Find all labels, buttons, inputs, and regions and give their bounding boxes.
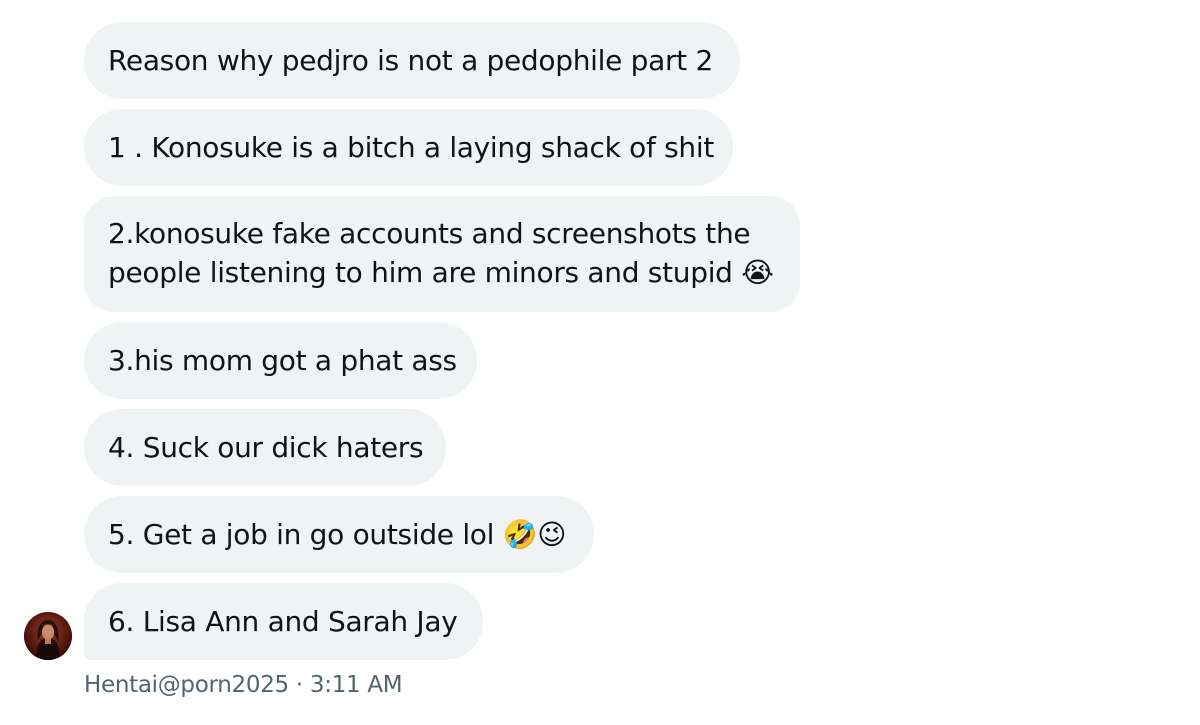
meta-separator: · (288, 672, 310, 698)
message-bubble[interactable]: 1 . Konosuke is a bitch a laying shack o… (84, 109, 733, 186)
sender-handle[interactable]: Hentai@porn2025 (84, 672, 289, 698)
message-text: 2.konosuke fake accounts and screenshots… (108, 214, 774, 292)
message-text-line: 2.konosuke fake accounts and screenshots… (108, 217, 751, 250)
message-text: 1 . Konosuke is a bitch a laying shack o… (108, 131, 715, 164)
message-bubble[interactable]: 2.konosuke fake accounts and screenshots… (84, 196, 800, 312)
message-text: 6. Lisa Ann and Sarah Jay (108, 605, 458, 638)
message-text: 3.his mom got a phat ass (108, 344, 457, 377)
message-bubble[interactable]: Reason why pedjro is not a pedophile par… (84, 22, 740, 99)
message-bubble[interactable]: 3.his mom got a phat ass (84, 322, 477, 399)
message-text: 5. Get a job in go outside lol 🤣😉 (108, 518, 567, 551)
user-avatar-photo-icon (24, 612, 72, 660)
message-meta: Hentai@porn2025 · 3:11 AM (84, 670, 403, 700)
avatar[interactable] (24, 612, 72, 660)
message-timestamp: 3:11 AM (309, 672, 403, 698)
message-bubble[interactable]: 4. Suck our dick haters (84, 409, 446, 486)
message-bubble[interactable]: 6. Lisa Ann and Sarah Jay (84, 583, 483, 660)
message-bubble[interactable]: 5. Get a job in go outside lol 🤣😉 (84, 496, 594, 573)
message-text: Reason why pedjro is not a pedophile par… (108, 44, 713, 77)
message-text: 4. Suck our dick haters (108, 431, 424, 464)
message-text-line: people listening to him are minors and s… (108, 256, 774, 289)
message-thread: Reason why pedjro is not a pedophile par… (0, 0, 1200, 725)
